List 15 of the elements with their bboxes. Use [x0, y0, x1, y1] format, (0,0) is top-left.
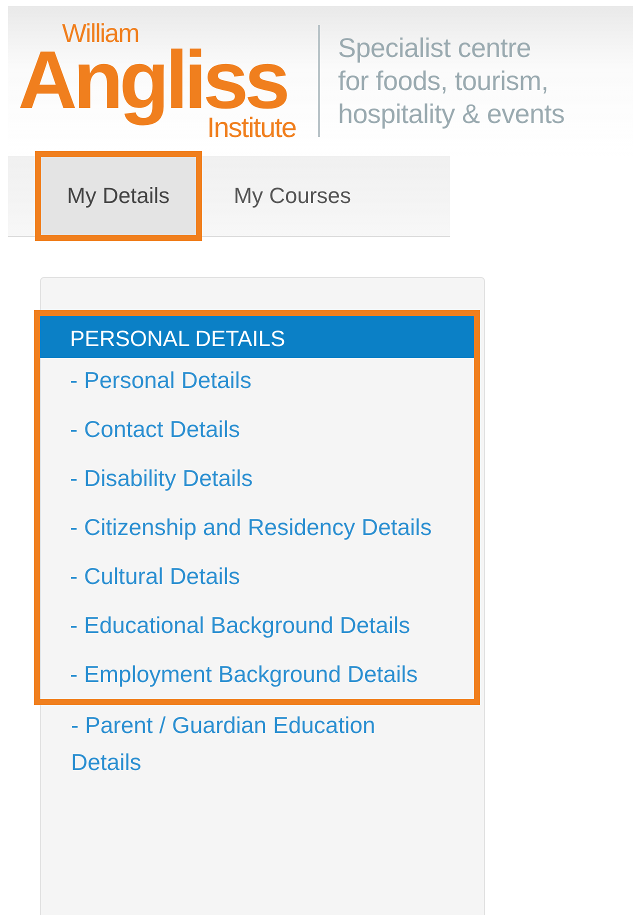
- menu-link[interactable]: - Citizenship and Residency Details: [70, 509, 434, 546]
- menu-link[interactable]: - Parent / Guardian Education Details: [71, 707, 444, 781]
- tab[interactable]: My Details: [41, 157, 196, 235]
- menu-link[interactable]: - Contact Details: [70, 411, 434, 448]
- menu-link[interactable]: - Educational Background Details: [70, 607, 434, 644]
- menu-link[interactable]: - Cultural Details: [70, 558, 434, 595]
- menu-link[interactable]: - Personal Details: [70, 362, 434, 399]
- menu-link[interactable]: - Employment Background Details: [70, 656, 434, 693]
- tagline-text: for foods, tourism,: [338, 64, 550, 98]
- tagline-text: Specialist centre: [338, 32, 532, 64]
- menu-heading: PERSONAL DETAILS: [40, 316, 474, 358]
- tagline-text: hospitality & events: [338, 98, 565, 130]
- menu-link[interactable]: - Disability Details: [70, 460, 434, 497]
- tab[interactable]: My Courses: [208, 157, 378, 235]
- logo-text: William: [62, 20, 140, 46]
